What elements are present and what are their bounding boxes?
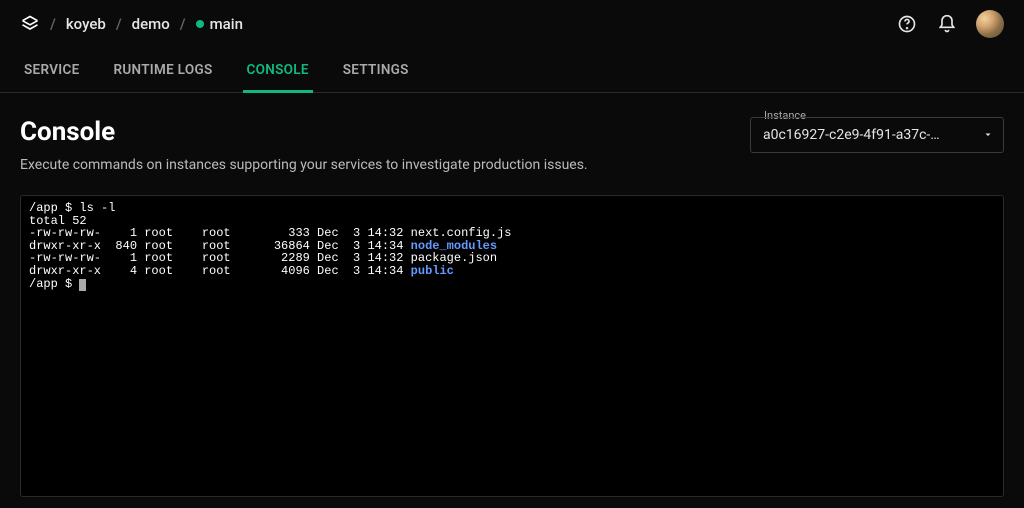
tab-runtime-logs[interactable]: RUNTIME LOGS: [110, 52, 217, 93]
breadcrumb-org[interactable]: koyeb: [66, 15, 106, 33]
page-header-left: Console Execute commands on instances su…: [20, 117, 730, 173]
breadcrumb-sep: /: [116, 15, 122, 33]
terminal-line: -rw-rw-rw- 1 root root 333 Dec 3 14:32 n…: [29, 227, 995, 240]
terminal-line: /app $ ls -l: [29, 202, 995, 215]
logo-icon[interactable]: [20, 14, 40, 34]
breadcrumb-branch[interactable]: main: [196, 15, 243, 33]
help-icon[interactable]: [896, 13, 918, 35]
terminal-line: drwxr-xr-x 4 root root 4096 Dec 3 14:34 …: [29, 265, 995, 278]
topbar-actions: [896, 10, 1004, 38]
terminal-line: /app $: [29, 278, 995, 291]
breadcrumb: / koyeb / demo / main: [20, 14, 243, 34]
page: Console Execute commands on instances su…: [0, 93, 1024, 497]
tab-settings[interactable]: SETTINGS: [339, 52, 413, 93]
bell-icon[interactable]: [936, 13, 958, 35]
terminal[interactable]: /app $ ls -ltotal 52-rw-rw-rw- 1 root ro…: [20, 195, 1004, 497]
breadcrumb-sep: /: [180, 15, 186, 33]
page-header: Console Execute commands on instances su…: [20, 117, 1004, 173]
tab-service[interactable]: SERVICE: [20, 52, 84, 93]
avatar[interactable]: [976, 10, 1004, 38]
cursor-icon: [79, 279, 86, 291]
tab-console[interactable]: CONSOLE: [243, 52, 313, 93]
instance-select-value[interactable]: a0c16927-c2e9-4f91-a37c-…: [750, 117, 1004, 153]
breadcrumb-app[interactable]: demo: [132, 15, 170, 33]
topbar: / koyeb / demo / main: [0, 0, 1024, 48]
page-subtitle: Execute commands on instances supporting…: [20, 157, 730, 173]
tabs: SERVICE RUNTIME LOGS CONSOLE SETTINGS: [0, 52, 1024, 93]
status-dot-icon: [196, 20, 204, 28]
instance-selector[interactable]: Instance a0c16927-c2e9-4f91-a37c-…: [750, 117, 1004, 153]
branch-label: main: [210, 15, 243, 33]
page-title: Console: [20, 117, 730, 147]
breadcrumb-sep: /: [50, 15, 56, 33]
